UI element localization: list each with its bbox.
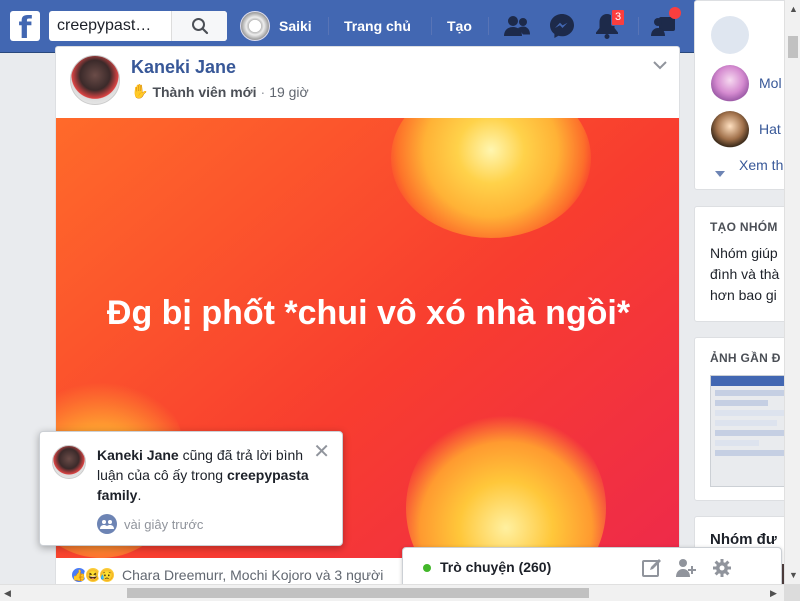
notifications-badge: 3 — [611, 9, 626, 26]
create-group-text: hơn bao gi — [710, 287, 777, 303]
group-members-card: Mol Hat Xem th — [694, 0, 794, 190]
post-banner-text: Đg bị phốt *chui vô xó nhà ngồi* — [106, 294, 631, 332]
notification-time: vài giây trước — [124, 516, 204, 532]
recent-photos-card: ẢNH GẦN Đ — [694, 337, 794, 501]
sad-reaction-icon: 😥 — [98, 566, 116, 584]
group-icon — [97, 514, 117, 534]
create-group-text: đình và thà — [710, 266, 780, 282]
chat-bar[interactable]: Trò chuyện (260) — [402, 547, 782, 587]
post-options-icon[interactable] — [653, 57, 667, 73]
create-link[interactable]: Tạo — [447, 11, 472, 41]
scroll-left-arrow-icon[interactable]: ◀ — [4, 588, 11, 599]
search-box: creepypast… — [49, 11, 227, 41]
meta-separator: · — [260, 83, 266, 100]
reactions-names: Chara Dreemurr, Mochi Kojoro và 3 người — [122, 567, 384, 583]
notification-end: . — [137, 487, 142, 503]
post-meta: ✋ Thành viên mới · 19 giờ — [131, 83, 309, 100]
horizontal-scroll-thumb[interactable] — [127, 588, 589, 598]
notification-timestamp: vài giây trước — [97, 514, 203, 534]
member-name[interactable]: Hat — [759, 119, 781, 140]
profile-link[interactable]: Saiki — [240, 11, 312, 41]
notification-text: Kaneki Jane cũng đã trả lời bình luận củ… — [97, 445, 312, 505]
chat-label[interactable]: Trò chuyện (260) — [440, 559, 551, 575]
search-button[interactable] — [171, 11, 227, 41]
nav-divider — [328, 17, 329, 35]
notification-avatar — [52, 445, 86, 479]
scroll-down-arrow-icon[interactable]: ▼ — [789, 570, 798, 580]
friend-requests-icon[interactable] — [503, 12, 531, 40]
home-link[interactable]: Trang chủ — [344, 11, 411, 41]
messenger-icon[interactable] — [548, 12, 576, 40]
recent-photos-heading: ẢNH GẦN Đ — [710, 351, 781, 365]
groups-badge — [669, 7, 681, 19]
reactions-summary[interactable]: 👍 😆 😥 Chara Dreemurr, Mochi Kojoro và 3 … — [70, 566, 383, 584]
scrollbar-corner — [784, 584, 800, 601]
member-role: Thành viên mới — [152, 83, 257, 100]
member-avatar — [711, 16, 749, 54]
see-more-link[interactable]: Xem th — [739, 155, 783, 176]
create-group-card: TẠO NHÓM Nhóm giúp đình và thà hơn bao g… — [694, 206, 794, 322]
chat-settings-icon[interactable] — [711, 557, 733, 579]
notification-toast[interactable]: Kaneki Jane cũng đã trả lời bình luận củ… — [39, 431, 343, 546]
see-more-chevron-icon — [715, 164, 725, 182]
create-group-chat-icon[interactable] — [676, 557, 698, 579]
facebook-logo[interactable]: f — [10, 11, 40, 41]
fire-emoji-bottom-right — [406, 408, 606, 558]
nav-divider — [431, 17, 432, 35]
wave-hand-icon: ✋ — [131, 83, 149, 99]
member-avatar[interactable] — [711, 65, 749, 103]
create-group-heading: TẠO NHÓM — [710, 220, 778, 234]
close-icon[interactable]: ✕ — [313, 442, 330, 462]
online-status-icon — [423, 564, 431, 572]
vertical-scroll-thumb[interactable] — [788, 36, 798, 58]
vertical-scrollbar[interactable]: ▲ ▼ — [784, 0, 800, 584]
post-author[interactable]: Kaneki Jane — [131, 57, 236, 78]
member-name[interactable]: Mol — [759, 73, 782, 94]
scroll-right-arrow-icon[interactable]: ▶ — [770, 588, 777, 599]
post-time[interactable]: 19 giờ — [269, 84, 309, 100]
search-input[interactable]: creepypast… — [57, 17, 177, 35]
fire-emoji-top — [391, 118, 591, 238]
member-avatar[interactable] — [711, 111, 749, 149]
avatar — [240, 11, 270, 41]
notification-actor: Kaneki Jane — [97, 447, 179, 463]
create-group-text: Nhóm giúp — [710, 245, 778, 261]
author-avatar[interactable] — [70, 55, 120, 105]
search-icon — [191, 18, 208, 35]
nav-divider — [488, 17, 489, 35]
recent-photo-thumbnail[interactable] — [710, 375, 793, 487]
scroll-up-arrow-icon[interactable]: ▲ — [789, 4, 798, 14]
horizontal-scrollbar[interactable]: ◀ ▶ — [0, 584, 784, 601]
nav-divider — [638, 17, 639, 35]
new-message-icon[interactable] — [641, 557, 663, 579]
profile-name: Saiki — [279, 18, 312, 34]
